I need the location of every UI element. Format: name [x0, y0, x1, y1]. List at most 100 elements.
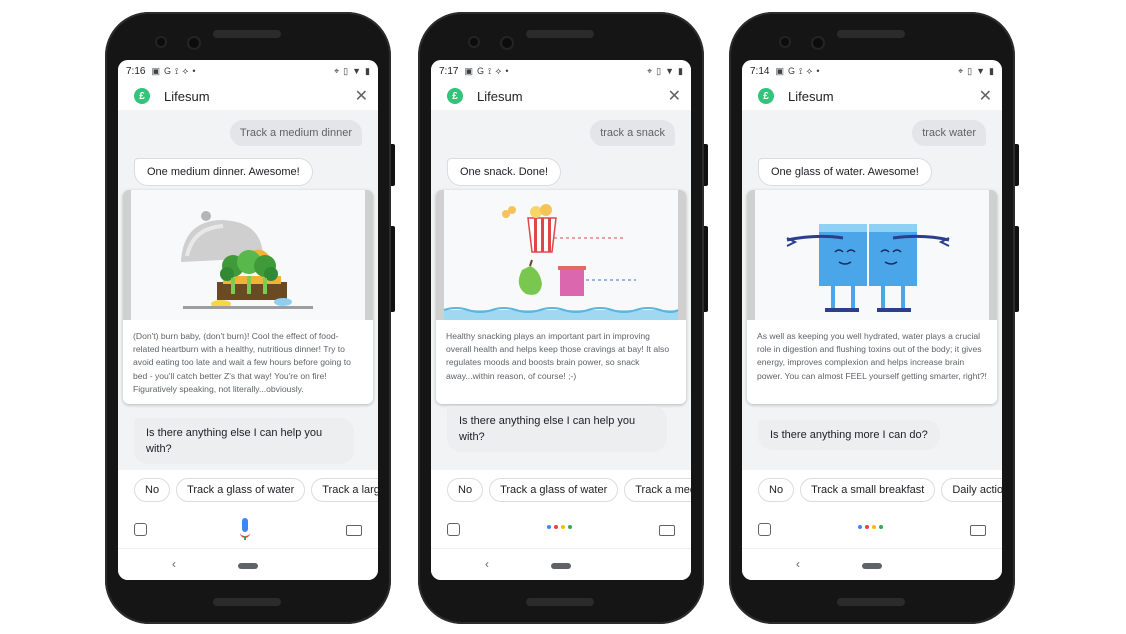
gallery-notification-icon: ▣	[775, 65, 784, 76]
keyboard-icon[interactable]	[970, 525, 986, 536]
back-icon[interactable]: ‹	[172, 557, 176, 571]
power-button	[391, 144, 395, 186]
wifi-icon: ▼	[665, 65, 675, 76]
assistant-app-bar: £ Lifesum ✕	[431, 82, 691, 110]
followup-bubble: Is there anything else I can help you wi…	[447, 406, 667, 452]
more-notifications-icon: •	[816, 66, 820, 76]
info-card: Healthy snacking plays an important part…	[436, 190, 686, 404]
assistant-dots-icon[interactable]	[547, 525, 572, 529]
power-button	[1015, 144, 1019, 186]
chip-track-large[interactable]: Track a large	[311, 478, 378, 502]
assistant-input-bar	[742, 510, 1002, 548]
chip-track-medium[interactable]: Track a med	[624, 478, 691, 502]
gallery-notification-icon: ▣	[464, 65, 473, 76]
pinwheel-notification-icon: ⟡	[182, 65, 189, 76]
front-camera-sensor	[157, 38, 165, 46]
assistant-response-bubble: One medium dinner. Awesome!	[134, 158, 313, 186]
lifesum-logo-icon: £	[447, 88, 463, 104]
chip-no[interactable]: No	[134, 478, 171, 502]
person-notification-icon: ⟟	[175, 65, 179, 76]
app-name: Lifesum	[164, 88, 210, 104]
assistant-input-bar	[118, 510, 378, 548]
google-notification-icon: G	[787, 66, 795, 76]
home-pill[interactable]	[862, 563, 882, 569]
home-pill[interactable]	[238, 563, 258, 569]
system-nav-bar: ‹	[431, 548, 691, 580]
status-bar: 7:16 ▣ G ⟟ ⟡ • ⌖ ▯ ▼ ▮	[118, 60, 378, 82]
user-query-bubble: Track a medium dinner	[229, 120, 362, 146]
battery-icon: ▮	[989, 65, 994, 76]
screen: 7:14 ▣ G ⟟ ⟡ • ⌖ ▯ ▼ ▮ £ Lifesum ✕ track…	[742, 60, 1002, 580]
location-icon: ⌖	[334, 65, 340, 76]
status-bar: 7:14 ▣ G ⟟ ⟡ • ⌖ ▯ ▼ ▮	[742, 60, 1002, 82]
bottom-speaker	[837, 598, 905, 606]
front-camera	[502, 38, 512, 48]
system-nav-bar: ‹	[118, 548, 378, 580]
screen: 7:17 ▣ G ⟟ ⟡ • ⌖ ▯ ▼ ▮ £ Lifesum ✕ track…	[431, 60, 691, 580]
earpiece-speaker	[837, 30, 905, 38]
volume-button	[391, 226, 395, 312]
phone-3: 7:14 ▣ G ⟟ ⟡ • ⌖ ▯ ▼ ▮ £ Lifesum ✕ track…	[729, 12, 1019, 624]
lens-icon[interactable]	[447, 523, 460, 536]
battery-icon: ▮	[365, 65, 370, 76]
info-card: As well as keeping you well hydrated, wa…	[747, 190, 997, 404]
lens-icon[interactable]	[758, 523, 771, 536]
assistant-dots-icon[interactable]	[858, 525, 883, 529]
suggestion-chips: No Track a small breakfast Daily action	[742, 470, 1002, 510]
location-icon: ⌖	[958, 65, 964, 76]
chip-track-water[interactable]: Track a glass of water	[176, 478, 306, 502]
user-query-bubble: track a snack	[590, 120, 675, 146]
vibrate-icon: ▯	[656, 65, 662, 76]
more-notifications-icon: •	[505, 66, 509, 76]
gallery-notification-icon: ▣	[151, 65, 160, 76]
front-camera-sensor	[781, 38, 789, 46]
dinner-illustration	[123, 190, 373, 320]
chip-no[interactable]: No	[447, 478, 484, 502]
volume-button	[704, 226, 708, 312]
chip-track-water[interactable]: Track a glass of water	[489, 478, 619, 502]
assistant-response-bubble: One glass of water. Awesome!	[758, 158, 932, 186]
assistant-response-bubble: One snack. Done!	[447, 158, 562, 186]
more-notifications-icon: •	[192, 66, 196, 76]
location-icon: ⌖	[647, 65, 653, 76]
user-query-bubble: track water	[912, 120, 986, 146]
suggestion-chips: No Track a glass of water Track a med	[431, 470, 691, 510]
mic-foot-icon	[244, 536, 246, 540]
system-nav-bar: ‹	[742, 548, 1002, 580]
chip-no[interactable]: No	[758, 478, 795, 502]
front-camera-sensor	[470, 38, 478, 46]
pinwheel-notification-icon: ⟡	[806, 65, 813, 76]
home-pill[interactable]	[551, 563, 571, 569]
close-icon[interactable]: ✕	[979, 86, 992, 106]
status-time: 7:14	[750, 65, 770, 77]
snack-illustration	[436, 190, 686, 320]
phone-1: 7:16 ▣ G ⟟ ⟡ • ⌖ ▯ ▼ ▮ £ Lifesum ✕ Track…	[105, 12, 395, 624]
phone-2: 7:17 ▣ G ⟟ ⟡ • ⌖ ▯ ▼ ▮ £ Lifesum ✕ track…	[418, 12, 708, 624]
keyboard-icon[interactable]	[346, 525, 362, 536]
keyboard-icon[interactable]	[659, 525, 675, 536]
close-icon[interactable]: ✕	[355, 86, 368, 106]
lifesum-logo-icon: £	[134, 88, 150, 104]
lens-icon[interactable]	[134, 523, 147, 536]
google-notification-icon: G	[476, 66, 484, 76]
person-notification-icon: ⟟	[799, 65, 803, 76]
back-icon[interactable]: ‹	[485, 557, 489, 571]
chip-daily-action[interactable]: Daily action	[941, 478, 1002, 502]
google-notification-icon: G	[163, 66, 171, 76]
chip-track-breakfast[interactable]: Track a small breakfast	[800, 478, 936, 502]
close-icon[interactable]: ✕	[668, 86, 681, 106]
front-camera	[813, 38, 823, 48]
back-icon[interactable]: ‹	[796, 557, 800, 571]
volume-button	[1015, 226, 1019, 312]
app-name: Lifesum	[788, 88, 834, 104]
screen: 7:16 ▣ G ⟟ ⟡ • ⌖ ▯ ▼ ▮ £ Lifesum ✕ Track…	[118, 60, 378, 580]
wifi-icon: ▼	[976, 65, 986, 76]
followup-bubble: Is there anything else I can help you wi…	[134, 418, 354, 464]
pinwheel-notification-icon: ⟡	[495, 65, 502, 76]
water-illustration	[747, 190, 997, 320]
app-name: Lifesum	[477, 88, 523, 104]
vibrate-icon: ▯	[343, 65, 349, 76]
earpiece-speaker	[526, 30, 594, 38]
wifi-icon: ▼	[352, 65, 362, 76]
info-card: (Don't) burn baby, (don't burn)! Cool th…	[123, 190, 373, 404]
